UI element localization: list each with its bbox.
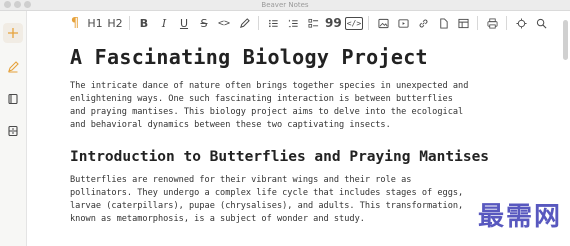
paragraph-button[interactable]: ¶ (66, 14, 84, 32)
cabinet-icon (8, 125, 18, 137)
bullet-list-icon (268, 19, 278, 27)
strikethrough-button[interactable]: S (195, 14, 213, 32)
toolbar-divider (506, 16, 508, 30)
image-icon (378, 18, 389, 28)
highlighter-icon (239, 17, 250, 28)
link-icon (419, 19, 428, 27)
document-title: A Fascinating Biology Project (70, 45, 428, 69)
ordered-list-button[interactable] (284, 14, 302, 32)
italic-button[interactable]: I (155, 14, 173, 32)
settings-button[interactable] (3, 121, 23, 141)
underline-button[interactable]: U (175, 14, 193, 32)
video-icon (398, 18, 409, 28)
link-button[interactable] (414, 14, 432, 32)
toolbar-divider (258, 16, 259, 30)
section-heading: Introduction to Butterflies and Praying … (70, 149, 490, 165)
highlight-button[interactable] (235, 14, 253, 32)
numbered-list-icon (288, 19, 298, 27)
book-icon (8, 93, 18, 105)
table-button[interactable] (454, 14, 472, 32)
checklist-button[interactable] (304, 14, 322, 32)
window-titlebar: Beaver Notes (0, 0, 570, 11)
table-icon (458, 18, 469, 28)
video-button[interactable] (394, 14, 412, 32)
checklist-icon (308, 18, 318, 28)
search-icon (536, 18, 547, 28)
editor-toolbar: ¶ H1 H2 B I U S <> 99 </> (66, 12, 550, 34)
scrollbar[interactable] (563, 20, 568, 60)
toolbar-divider (477, 16, 479, 30)
archive-button[interactable] (3, 89, 23, 109)
pencil-icon (8, 61, 19, 73)
code-block-button[interactable]: </> (344, 16, 364, 30)
intro-paragraph: The intricate dance of nature often brin… (70, 81, 469, 130)
print-button[interactable] (483, 14, 501, 32)
notes-button[interactable] (3, 57, 23, 77)
sidebar (0, 11, 27, 246)
bullet-list-button[interactable] (264, 14, 282, 32)
bold-button[interactable]: B (135, 14, 153, 32)
toolbar-divider (129, 16, 130, 30)
quote-button[interactable]: 99 (324, 14, 343, 32)
watermark: 最需网 (477, 202, 562, 232)
print-icon (487, 18, 498, 28)
toolbar-divider (368, 16, 370, 30)
new-note-button[interactable] (3, 23, 23, 43)
heading-2-button[interactable]: H2 (106, 14, 124, 32)
file-icon (439, 17, 448, 29)
heading-1-button[interactable]: H1 (86, 14, 104, 32)
focus-button[interactable] (512, 14, 530, 32)
inline-code-button[interactable]: <> (215, 14, 233, 32)
search-button[interactable] (532, 14, 550, 32)
window-title: Beaver Notes (261, 1, 309, 9)
file-button[interactable] (434, 14, 452, 32)
crosshair-icon (516, 17, 527, 29)
plus-icon (8, 28, 18, 38)
image-button[interactable] (374, 14, 392, 32)
